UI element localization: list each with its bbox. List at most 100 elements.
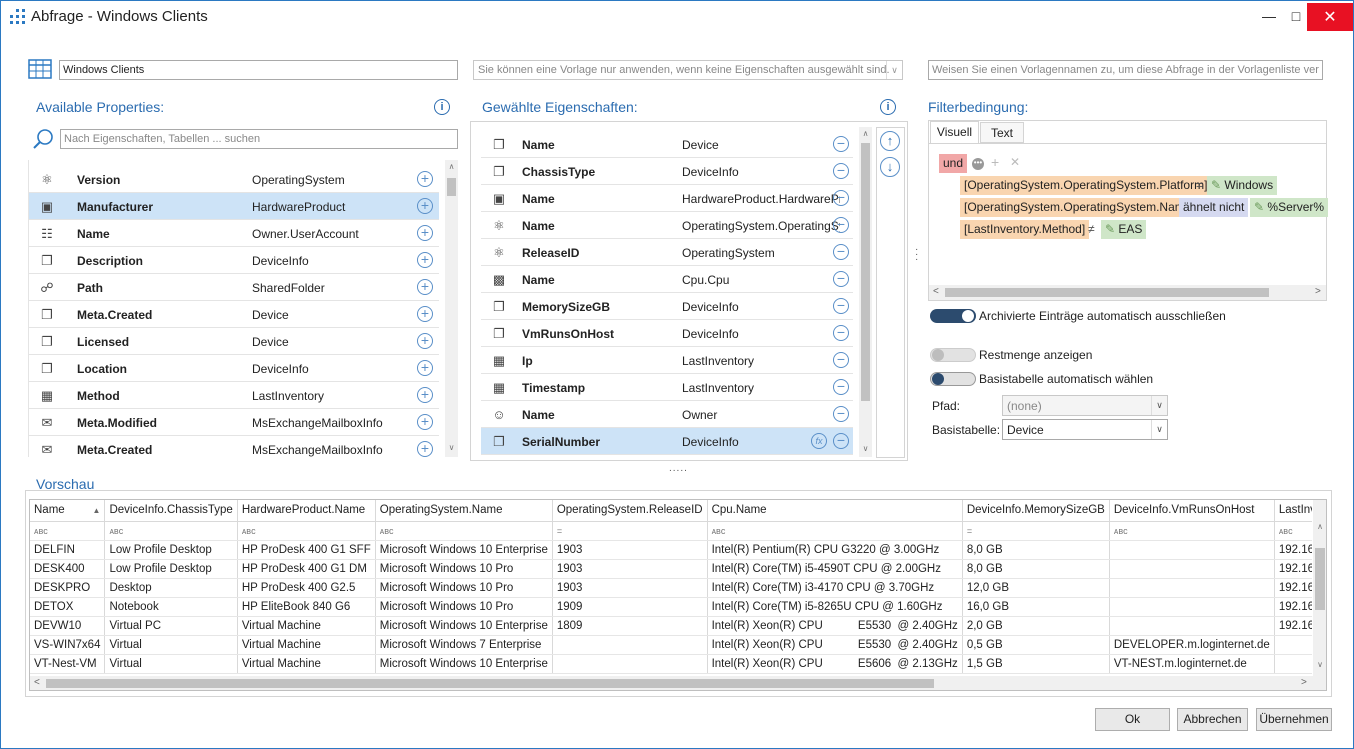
fx-icon[interactable]: fx bbox=[811, 433, 827, 449]
column-filter[interactable]: ᴀʙc bbox=[375, 521, 553, 541]
move-up-icon[interactable]: ↑ bbox=[880, 131, 900, 151]
condition-field[interactable]: [OperatingSystem.OperatingSystem.Platfor… bbox=[960, 176, 1212, 195]
apply-button[interactable]: Übernehmen bbox=[1256, 708, 1332, 731]
add-icon[interactable]: + bbox=[417, 306, 433, 322]
selected-property-row[interactable]: ▣ Name HardwareProduct.HardwareProd...− bbox=[481, 185, 853, 212]
table-row[interactable]: DESKPRO Desktop HP ProDesk 400 G2.5 Microso… bbox=[30, 578, 1312, 598]
condition-value[interactable]: ✎ Windows bbox=[1207, 176, 1278, 195]
remove-icon[interactable]: ✕ bbox=[1010, 155, 1020, 169]
column-header[interactable]: DeviceInfo.VmRunsOnHost bbox=[1109, 500, 1275, 522]
remove-icon[interactable]: − bbox=[833, 352, 849, 368]
add-icon[interactable]: + bbox=[417, 225, 433, 241]
remove-icon[interactable]: − bbox=[833, 379, 849, 395]
basetable-select[interactable]: Device ∨ bbox=[1002, 419, 1168, 440]
cancel-button[interactable]: Abbrechen bbox=[1177, 708, 1248, 731]
available-property-row[interactable]: ☷ Name Owner.UserAccount + bbox=[29, 220, 439, 247]
table-row[interactable]: VT-Nest-VM Virtual Virtual Machine Microsof… bbox=[30, 654, 1312, 674]
condition-operator[interactable]: = bbox=[1192, 176, 1207, 195]
available-property-row[interactable]: ❐ Location DeviceInfo + bbox=[29, 355, 439, 382]
column-filter[interactable]: ᴀʙc bbox=[237, 521, 376, 541]
vertical-splitter-handle[interactable]: · · · bbox=[915, 245, 918, 265]
remove-icon[interactable]: − bbox=[833, 298, 849, 314]
close-icon[interactable]: ✕ bbox=[1307, 3, 1353, 31]
available-scrollbar[interactable]: ∧ ∨ bbox=[445, 160, 458, 457]
selected-property-row[interactable]: ⚛ Name OperatingSystem.OperatingSyst...− bbox=[481, 212, 853, 239]
table-row[interactable]: VS-WIN7x64 Virtual Virtual Machine Microsof… bbox=[30, 635, 1312, 655]
rest-toggle[interactable] bbox=[930, 348, 976, 362]
available-property-row[interactable]: ❐ Meta.Created Device + bbox=[29, 301, 439, 328]
available-property-row[interactable]: ❐ Description DeviceInfo + bbox=[29, 247, 439, 274]
add-icon[interactable]: + bbox=[417, 171, 433, 187]
basetable-auto-toggle[interactable] bbox=[930, 372, 976, 386]
column-filter[interactable]: ᴀʙc bbox=[707, 521, 963, 541]
column-filter[interactable]: ᴀʙc bbox=[30, 521, 106, 541]
info-icon[interactable]: i bbox=[434, 99, 450, 115]
column-header[interactable]: HardwareProduct.Name bbox=[237, 500, 376, 522]
condition-operator[interactable]: ähnelt nicht bbox=[1179, 198, 1249, 217]
add-icon[interactable]: + bbox=[991, 154, 999, 170]
selected-property-row[interactable]: ▦ Timestamp LastInventory − bbox=[481, 374, 853, 401]
column-header[interactable]: LastInventory.Ip bbox=[1274, 500, 1312, 522]
available-property-row[interactable]: ✉ Meta.Created MsExchangeMailboxInfo + bbox=[29, 436, 439, 457]
condition-field[interactable]: [LastInventory.Method] bbox=[960, 220, 1090, 239]
ok-button[interactable]: Ok bbox=[1095, 708, 1170, 731]
remove-icon[interactable]: − bbox=[833, 136, 849, 152]
table-row[interactable]: DELFIN Low Profile Desktop HP ProDesk 400 … bbox=[30, 540, 1312, 560]
operator-und[interactable]: und bbox=[939, 154, 968, 173]
condition-operator[interactable]: ≠ bbox=[1084, 220, 1099, 239]
filter-hscrollbar[interactable]: < > bbox=[929, 285, 1326, 300]
add-icon[interactable]: + bbox=[417, 414, 433, 430]
column-filter[interactable]: = bbox=[552, 521, 708, 541]
available-property-row[interactable]: ▦ Method LastInventory + bbox=[29, 382, 439, 409]
column-header[interactable]: DeviceInfo.MemorySizeGB bbox=[962, 500, 1110, 522]
column-filter[interactable]: = bbox=[962, 521, 1110, 541]
column-header[interactable]: Name ▲ bbox=[30, 500, 106, 522]
info-icon[interactable]: i bbox=[880, 99, 896, 115]
available-property-row[interactable]: ❐ Licensed Device + bbox=[29, 328, 439, 355]
remove-icon[interactable]: − bbox=[833, 325, 849, 341]
add-icon[interactable]: + bbox=[417, 387, 433, 403]
remove-icon[interactable]: − bbox=[833, 217, 849, 233]
query-name-input[interactable] bbox=[59, 60, 458, 80]
available-property-row[interactable]: ✉ Meta.Modified MsExchangeMailboxInfo + bbox=[29, 409, 439, 436]
selected-property-row[interactable]: ❐ ChassisType DeviceInfo − bbox=[481, 158, 853, 185]
add-icon[interactable]: + bbox=[417, 360, 433, 376]
available-property-row[interactable]: ⚛ Version OperatingSystem + bbox=[29, 166, 439, 193]
remove-icon[interactable]: − bbox=[833, 244, 849, 260]
column-header[interactable]: OperatingSystem.Name bbox=[375, 500, 553, 522]
add-icon[interactable]: + bbox=[417, 252, 433, 268]
selected-property-row[interactable]: ❐ VmRunsOnHost DeviceInfo − bbox=[481, 320, 853, 347]
add-icon[interactable]: + bbox=[417, 441, 433, 457]
column-header[interactable]: Cpu.Name bbox=[707, 500, 963, 522]
table-row[interactable]: DEVW10 Virtual PC Virtual Machine Microsoft… bbox=[30, 616, 1312, 636]
archived-toggle[interactable] bbox=[930, 309, 976, 323]
selected-scrollbar[interactable]: ∧ ∨ bbox=[859, 127, 872, 457]
splitter-handle[interactable]: ..... bbox=[669, 463, 688, 474]
remove-icon[interactable]: − bbox=[833, 406, 849, 422]
condition-value[interactable]: ✎ %Server% bbox=[1250, 198, 1329, 217]
selected-property-row[interactable]: ▦ Ip LastInventory − bbox=[481, 347, 853, 374]
add-icon[interactable]: + bbox=[417, 333, 433, 349]
selected-property-row[interactable]: ☺ Name Owner − bbox=[481, 401, 853, 428]
add-icon[interactable]: + bbox=[417, 279, 433, 295]
selected-property-row[interactable]: ❐ Name Device − bbox=[481, 131, 853, 158]
available-property-row[interactable]: ☍ Path SharedFolder + bbox=[29, 274, 439, 301]
available-property-row[interactable]: ▣ Manufacturer HardwareProduct + bbox=[29, 193, 439, 220]
remove-icon[interactable]: − bbox=[833, 163, 849, 179]
condition-field[interactable]: [OperatingSystem.OperatingSystem.Name] bbox=[960, 198, 1199, 217]
tab-text[interactable]: Text bbox=[980, 122, 1024, 143]
add-icon[interactable]: + bbox=[417, 198, 433, 214]
column-filter[interactable]: ᴀʙc bbox=[1274, 521, 1312, 541]
template-name-input[interactable] bbox=[928, 60, 1323, 80]
remove-icon[interactable]: − bbox=[833, 433, 849, 449]
preview-vscrollbar[interactable]: ∧ ∨ bbox=[1313, 500, 1326, 676]
remove-icon[interactable]: − bbox=[833, 190, 849, 206]
selected-property-row[interactable]: ❐ MemorySizeGB DeviceInfo − bbox=[481, 293, 853, 320]
column-filter[interactable]: ᴀʙc bbox=[104, 521, 238, 541]
selected-property-row[interactable]: ▩ Name Cpu.Cpu − bbox=[481, 266, 853, 293]
selected-property-row[interactable]: ⚛ ReleaseID OperatingSystem − bbox=[481, 239, 853, 266]
condition-value[interactable]: ✎ EAS bbox=[1101, 220, 1147, 239]
column-header[interactable]: OperatingSystem.ReleaseID bbox=[552, 500, 708, 522]
move-down-icon[interactable]: ↓ bbox=[880, 157, 900, 177]
table-row[interactable]: DETOX Notebook HP EliteBook 840 G6 Microsof… bbox=[30, 597, 1312, 617]
